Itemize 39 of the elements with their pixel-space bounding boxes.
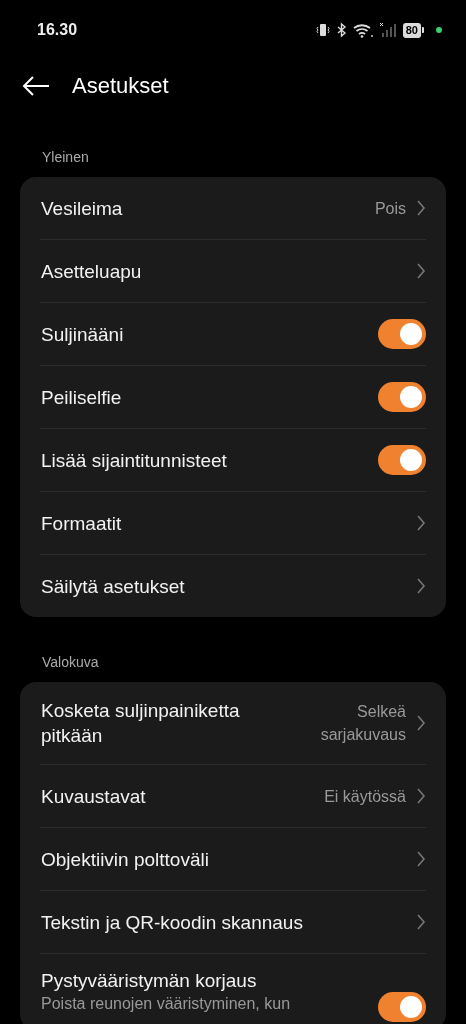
setting-label[interactable]: Pystyvääristymän korjaus [41, 968, 368, 993]
toggle-switch[interactable] [378, 445, 426, 475]
toggle-switch[interactable] [378, 319, 426, 349]
setting-label[interactable]: Kuvaustavat [41, 783, 315, 809]
back-button[interactable] [22, 76, 50, 96]
chevron-right-icon [416, 515, 426, 531]
setting-label[interactable]: Formaatit [41, 510, 406, 536]
signal-icon [378, 22, 397, 38]
chevron-right-icon [416, 851, 426, 867]
setting-label[interactable]: Kosketa suljinpainiketta pitkään [41, 698, 286, 748]
setting-label[interactable]: Tekstin ja QR-koodin skannaus [41, 909, 406, 935]
section-heading: Valokuva [41, 653, 100, 672]
chevron-right-icon [416, 788, 426, 804]
indicator-dot [436, 27, 442, 33]
page-title: Asetukset [72, 73, 169, 99]
chevron-right-icon [416, 263, 426, 279]
chevron-right-icon [416, 200, 426, 216]
toggle-switch[interactable] [378, 382, 426, 412]
bluetooth-icon [336, 22, 347, 38]
setting-label[interactable]: Peiliselfie [41, 384, 368, 410]
setting-value: Selkeä sarjakuvaus [319, 702, 406, 745]
setting-label[interactable]: Lisää sijaintitunnisteet [41, 447, 368, 473]
setting-description: Poista reunojen vääristyminen, kun [41, 995, 292, 1013]
chevron-right-icon [416, 914, 426, 930]
battery-level: 80 [402, 22, 421, 38]
setting-label[interactable]: Säilytä asetukset [41, 573, 406, 599]
setting-value: Pois [374, 198, 406, 219]
wifi-icon [352, 22, 373, 38]
chevron-right-icon [416, 715, 426, 731]
chevron-right-icon [416, 578, 426, 594]
setting-value: Ei käytössä [324, 786, 406, 807]
vibrate-icon [314, 22, 331, 38]
setting-label[interactable]: Vesileima [41, 195, 365, 221]
setting-label[interactable]: Suljinääni [41, 321, 368, 347]
setting-label[interactable]: Objektiivin polttoväli [41, 846, 406, 872]
setting-label[interactable]: Asetteluapu [41, 258, 406, 284]
toggle-switch[interactable] [378, 992, 426, 1022]
clock: 16.30 [37, 21, 79, 39]
section-heading: Yleinen [41, 148, 90, 167]
